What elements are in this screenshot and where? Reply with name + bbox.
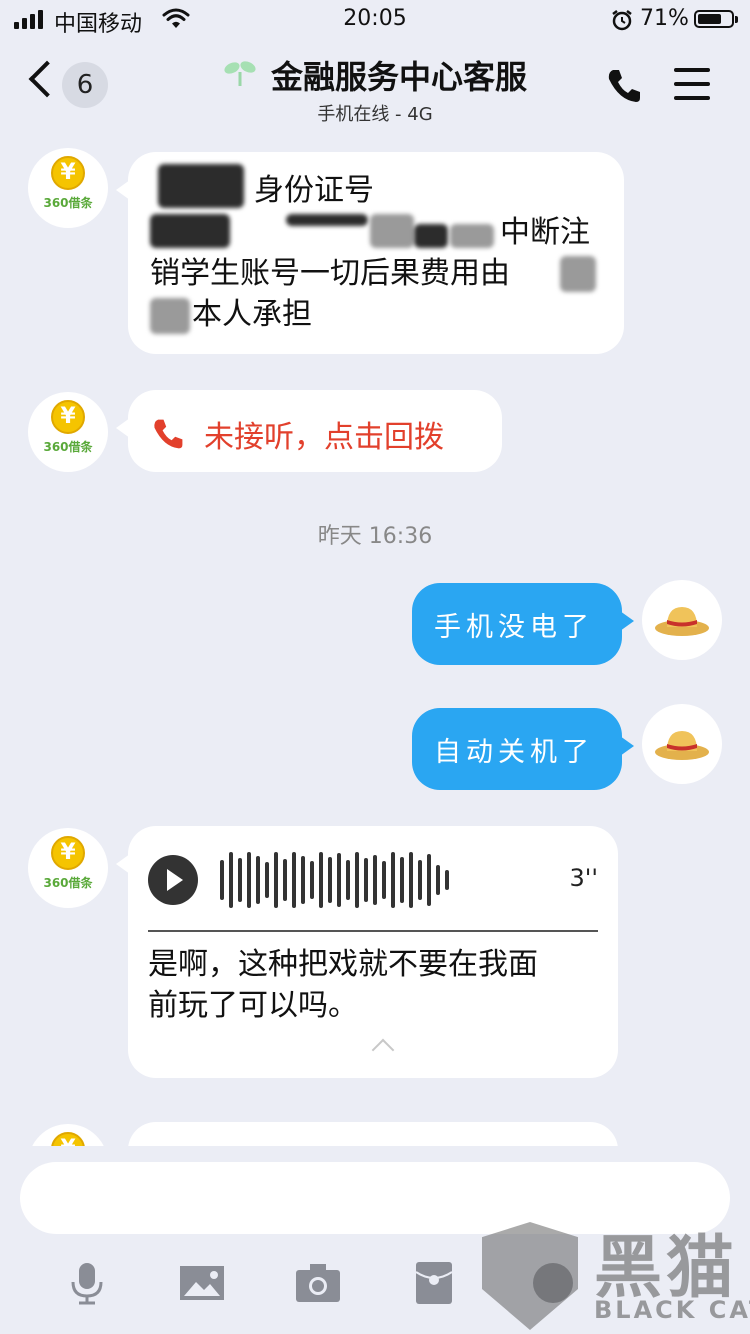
contact-avatar[interactable]: ¥ <box>28 1124 108 1146</box>
battery-icon <box>694 10 738 28</box>
collapse-chevron-icon[interactable] <box>371 1038 395 1062</box>
chat-title: 金融服务中心客服 <box>270 58 527 96</box>
yen-coin-icon: ¥ <box>51 400 85 434</box>
waveform-bar <box>391 852 395 908</box>
waveform-bar <box>382 861 386 899</box>
chat-header: 6 金融服务中心客服 手机在线 - 4G <box>0 40 750 128</box>
waveform-bar <box>436 865 440 895</box>
message-text: 自动关机了 <box>434 737 594 768</box>
voice-transcript: 是啊，这种把戏就不要在我面 前玩了可以吗。 <box>148 947 538 1023</box>
emoji-icon <box>533 1263 573 1303</box>
redaction-mark <box>158 164 244 208</box>
avatar-brand: 360借条 <box>43 876 93 890</box>
message-text: 销学生账号一切后果费用由 <box>150 256 510 291</box>
user-avatar[interactable] <box>642 704 722 784</box>
voice-duration: 3'' <box>569 864 598 892</box>
menu-icon <box>674 68 710 72</box>
waveform-bar <box>274 852 278 908</box>
message-text: 中断注 <box>500 215 590 250</box>
red-packet-icon <box>415 1262 453 1304</box>
voice-message-bubble[interactable]: 3'' 是啊，这种把戏就不要在我面 前玩了可以吗。 <box>116 826 618 1078</box>
redaction-mark <box>150 214 230 248</box>
emoji-button[interactable] <box>530 1260 576 1306</box>
yen-coin-icon: ¥ <box>51 836 85 870</box>
waveform-bar <box>355 852 359 908</box>
waveform-bar <box>283 859 287 901</box>
redaction-mark <box>560 256 596 292</box>
camera-icon <box>296 1264 340 1302</box>
message-bubble-redacted[interactable]: 身份证号 中断注 销学生账号一切后果费用由 本人承担 <box>116 152 624 354</box>
waveform-bar <box>337 853 341 907</box>
missed-call-bubble[interactable]: 未接听，点击回拨 <box>116 390 502 472</box>
waveform-bar <box>301 856 305 904</box>
waveform-bar <box>256 856 260 904</box>
redaction-mark <box>286 214 368 226</box>
waveform-bar <box>409 852 413 908</box>
sprout-icon <box>223 58 257 92</box>
phone-icon <box>154 419 183 449</box>
user-avatar[interactable] <box>642 580 722 660</box>
microphone-icon <box>71 1263 103 1305</box>
battery-percent: 71% <box>640 6 689 31</box>
my-message-bubble[interactable]: 自动关机了 <box>412 708 634 790</box>
redaction-mark <box>150 298 190 334</box>
clock: 20:05 <box>343 6 407 31</box>
waveform-bar <box>364 858 368 902</box>
waveform-bar <box>328 857 332 903</box>
waveform-bar <box>220 860 224 900</box>
waveform-bar <box>346 860 350 900</box>
call-button[interactable] <box>604 66 644 106</box>
play-button[interactable] <box>148 855 198 905</box>
yen-coin-icon: ¥ <box>51 1132 85 1146</box>
straw-hat-icon <box>655 731 709 760</box>
my-message-bubble[interactable]: 手机没电了 <box>412 583 634 665</box>
waveform-bar <box>265 862 269 898</box>
waveform-bar <box>418 860 422 900</box>
message-text: 手机没电了 <box>434 612 594 643</box>
red-packet-button[interactable] <box>414 1260 454 1306</box>
alarm-icon <box>610 8 634 38</box>
divider <box>148 930 598 932</box>
message-list[interactable]: ¥ 360借条 身份证号 中断注 销学生账号一切后果费用由 本人承担 ¥ 360… <box>0 128 750 1146</box>
waveform-bar <box>373 855 377 905</box>
waveform-bar <box>247 852 251 908</box>
microphone-button[interactable] <box>64 1260 110 1306</box>
message-text: 身份证号 <box>254 173 374 208</box>
waveform-bar <box>427 854 431 906</box>
waveform-bar <box>238 858 242 902</box>
contact-avatar[interactable]: ¥ 360借条 <box>28 828 108 908</box>
waveform-bar <box>319 852 323 908</box>
straw-hat-icon <box>655 607 709 636</box>
contact-avatar[interactable]: ¥ 360借条 <box>28 148 108 228</box>
status-bar: 中国移动 20:05 71% <box>0 0 750 40</box>
message-input[interactable] <box>20 1162 730 1234</box>
avatar-brand: 360借条 <box>43 196 93 210</box>
image-icon <box>180 1266 224 1300</box>
phone-icon <box>608 70 640 102</box>
waveform-bar <box>445 870 449 890</box>
image-button[interactable] <box>178 1260 226 1306</box>
yen-coin-icon: ¥ <box>51 156 85 190</box>
waveform-bar <box>310 861 314 899</box>
menu-button[interactable] <box>674 68 710 100</box>
missed-call-text: 未接听，点击回拨 <box>204 420 444 455</box>
waveform-bar <box>229 852 233 908</box>
waveform-bar <box>400 857 404 903</box>
waveform-bar <box>292 852 296 908</box>
message-timestamp: 昨天 16:36 <box>317 524 433 549</box>
message-bubble[interactable] <box>128 1122 618 1146</box>
redaction-mark <box>370 214 414 248</box>
camera-button[interactable] <box>294 1260 342 1306</box>
redaction-mark <box>450 224 494 248</box>
voice-waveform <box>220 852 449 908</box>
redaction-mark <box>414 224 448 248</box>
contact-avatar[interactable]: ¥ 360借条 <box>28 392 108 472</box>
avatar-brand: 360借条 <box>43 440 93 454</box>
input-panel <box>0 1146 750 1334</box>
message-text: 本人承担 <box>192 297 312 332</box>
